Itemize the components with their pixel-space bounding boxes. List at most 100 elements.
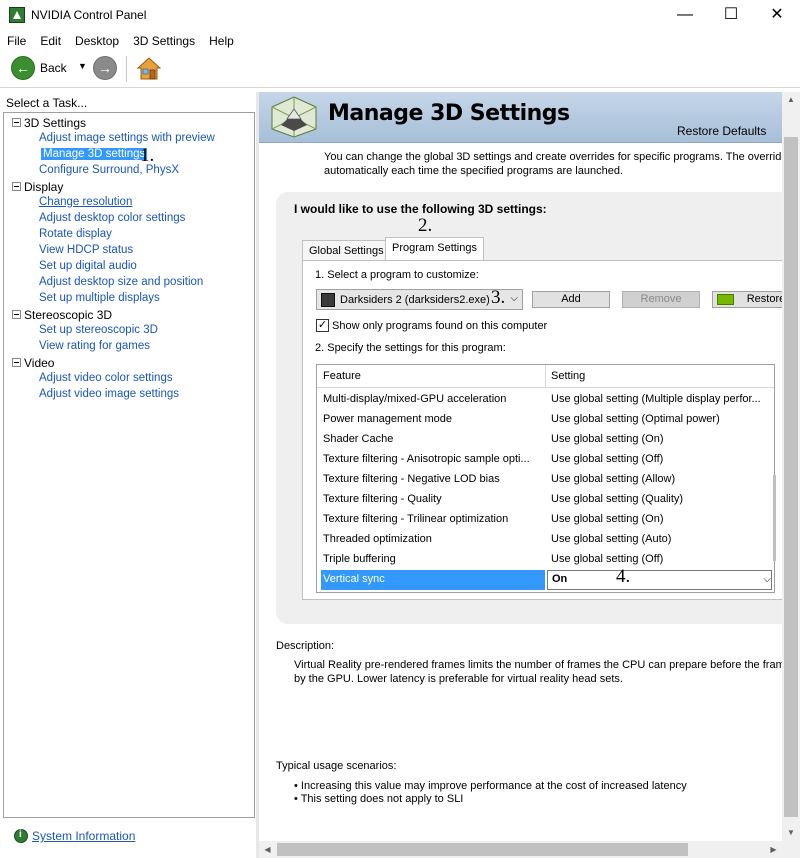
description-label: Description:	[276, 640, 335, 652]
task-view-rating-for-games[interactable]: View rating for games	[39, 340, 150, 352]
task-set-up-stereoscopic-3d[interactable]: Set up stereoscopic 3D	[39, 324, 158, 336]
toolbar: ← Back ▼ →	[0, 52, 800, 88]
nvidia-logo-icon	[717, 294, 734, 305]
scroll-down-arrow-icon[interactable]: ▼	[782, 825, 800, 841]
task-tree: 3D Settings Adjust image settings with p…	[3, 112, 255, 818]
show-only-found-checkbox[interactable]: ✓	[316, 319, 329, 332]
collapse-icon[interactable]	[12, 358, 21, 368]
collapse-icon[interactable]	[12, 182, 21, 192]
add-program-button[interactable]: Add	[532, 291, 610, 308]
tab-global-settings[interactable]: Global Settings	[302, 240, 391, 261]
table-row-selected[interactable]: Vertical sync On ⌵	[317, 570, 774, 590]
specify-settings-label: 2. Specify the settings for this program…	[315, 342, 506, 354]
table-row[interactable]: Texture filtering - Negative LOD bias Use…	[317, 470, 774, 490]
forward-arrow-icon[interactable]: →	[93, 56, 117, 80]
task-view-hdcp-status[interactable]: View HDCP status	[39, 244, 133, 256]
scroll-right-arrow-icon[interactable]: ▶	[765, 841, 782, 858]
horizontal-scroll-thumb[interactable]	[277, 843, 688, 856]
menu-3d-settings[interactable]: 3D Settings	[126, 31, 202, 51]
intro-line: You can change the global 3D settings an…	[324, 151, 793, 163]
table-row[interactable]: Texture filtering - Quality Use global se…	[317, 490, 774, 510]
minimize-button[interactable]: —	[662, 0, 708, 31]
task-manage-3d-settings[interactable]: Manage 3D settings	[41, 148, 148, 160]
annotation-2: 2.	[418, 215, 433, 236]
usage-item: • Increasing this value may improve perf…	[294, 780, 687, 792]
table-scrollbar[interactable]	[773, 365, 776, 592]
row-feature: Power management mode	[323, 413, 453, 425]
show-only-found-label: Show only programs found on this compute…	[332, 320, 548, 332]
restore-defaults-link[interactable]: Restore Defaults	[677, 124, 766, 138]
collapse-icon[interactable]	[12, 310, 21, 320]
table-row[interactable]: Threaded optimization Use global setting …	[317, 530, 774, 550]
window-title: NVIDIA Control Panel	[31, 8, 147, 22]
horizontal-scrollbar[interactable]: ◀ ▶	[259, 841, 782, 858]
description-text: Virtual Reality pre-rendered frames limi…	[294, 658, 791, 686]
program-select-value: Darksiders 2 (darksiders2.exe)	[340, 294, 490, 306]
task-rotate-display[interactable]: Rotate display	[39, 228, 112, 240]
maximize-button[interactable]: ☐	[708, 0, 754, 31]
task-adjust-video-color[interactable]: Adjust video color settings	[39, 372, 173, 384]
page-banner: Manage 3D Settings Restore Defaults	[259, 92, 800, 143]
home-icon[interactable]	[137, 57, 161, 80]
collapse-icon[interactable]	[12, 118, 21, 128]
tab-program-settings[interactable]: Program Settings	[385, 237, 484, 261]
task-set-up-multiple-displays[interactable]: Set up multiple displays	[39, 292, 160, 304]
remove-program-button[interactable]: Remove	[622, 291, 700, 308]
row-feature: Texture filtering - Anisotropic sample o…	[323, 453, 530, 465]
tree-category-3d-settings[interactable]: 3D Settings	[12, 116, 86, 130]
row-setting: Use global setting (Quality)	[551, 493, 684, 505]
scroll-left-arrow-icon[interactable]: ◀	[259, 841, 276, 858]
scroll-up-arrow-icon[interactable]: ▲	[782, 92, 800, 108]
column-header-feature[interactable]: Feature	[323, 370, 361, 382]
table-row[interactable]: Texture filtering - Trilinear optimizati…	[317, 510, 774, 530]
task-adjust-desktop-color[interactable]: Adjust desktop color settings	[39, 212, 185, 224]
column-header-setting[interactable]: Setting	[551, 370, 585, 382]
description-line: Virtual Reality pre-rendered frames limi…	[294, 659, 791, 671]
column-divider[interactable]	[545, 365, 546, 387]
vertical-sync-value: On	[552, 573, 568, 585]
table-row[interactable]: Shader Cache Use global setting (On)	[317, 430, 774, 450]
row-setting: Use global setting (Allow)	[551, 473, 676, 485]
system-information-link[interactable]: System Information	[32, 829, 135, 843]
table-header: Feature Setting	[317, 365, 774, 388]
tree-category-stereoscopic-3d[interactable]: Stereoscopic 3D	[12, 308, 112, 322]
task-change-resolution[interactable]: Change resolution	[39, 196, 132, 208]
row-feature: Multi-display/mixed-GPU acceleration	[323, 393, 507, 405]
tree-category-video[interactable]: Video	[12, 356, 54, 370]
tree-category-label: Display	[24, 180, 64, 194]
vertical-scrollbar[interactable]: ▲ ▼	[782, 92, 800, 841]
task-set-up-digital-audio[interactable]: Set up digital audio	[39, 260, 137, 272]
chevron-down-icon[interactable]: ⌵	[763, 574, 771, 585]
row-feature: Vertical sync	[323, 573, 385, 585]
menu-edit[interactable]: Edit	[33, 31, 68, 51]
menu-file[interactable]: File	[0, 31, 33, 51]
task-configure-surround-physx[interactable]: Configure Surround, PhysX	[39, 164, 179, 176]
restore-button-label: Restore	[746, 293, 786, 305]
menu-help[interactable]: Help	[202, 31, 241, 51]
close-button[interactable]: ✕	[754, 0, 800, 31]
task-panel: Select a Task... 3D Settings Adjust imag…	[0, 92, 256, 858]
settings-group-title: I would like to use the following 3D set…	[294, 202, 547, 216]
nvidia-app-icon	[9, 7, 25, 23]
row-setting: Use global setting (On)	[551, 433, 664, 445]
row-setting: Use global setting (Off)	[551, 453, 664, 465]
back-history-dropdown-icon[interactable]: ▼	[78, 61, 87, 71]
task-adjust-video-image[interactable]: Adjust video image settings	[39, 388, 179, 400]
title-bar: NVIDIA Control Panel — ☐ ✕	[0, 0, 800, 31]
menu-desktop[interactable]: Desktop	[68, 31, 126, 51]
menu-bar: File Edit Desktop 3D Settings Help	[0, 31, 800, 51]
table-row[interactable]: Triple buffering Use global setting (Off)	[317, 550, 774, 570]
table-row[interactable]: Texture filtering - Anisotropic sample o…	[317, 450, 774, 470]
back-arrow-icon[interactable]: ←	[11, 56, 35, 80]
table-row[interactable]: Power management mode Use global setting …	[317, 410, 774, 430]
tree-category-display[interactable]: Display	[12, 180, 63, 194]
row-setting: Use global setting (Auto)	[551, 533, 672, 545]
vertical-scroll-thumb[interactable]	[784, 137, 798, 817]
intro-text: You can change the global 3D settings an…	[324, 150, 800, 178]
row-setting: Use global setting (Multiple display per…	[551, 393, 761, 405]
table-row[interactable]: Multi-display/mixed-GPU acceleration Use …	[317, 390, 774, 410]
table-scroll-thumb[interactable]	[773, 475, 776, 561]
back-button-label[interactable]: Back	[40, 61, 67, 75]
task-adjust-image-settings[interactable]: Adjust image settings with preview	[39, 132, 215, 144]
task-adjust-desktop-size[interactable]: Adjust desktop size and position	[39, 276, 203, 288]
